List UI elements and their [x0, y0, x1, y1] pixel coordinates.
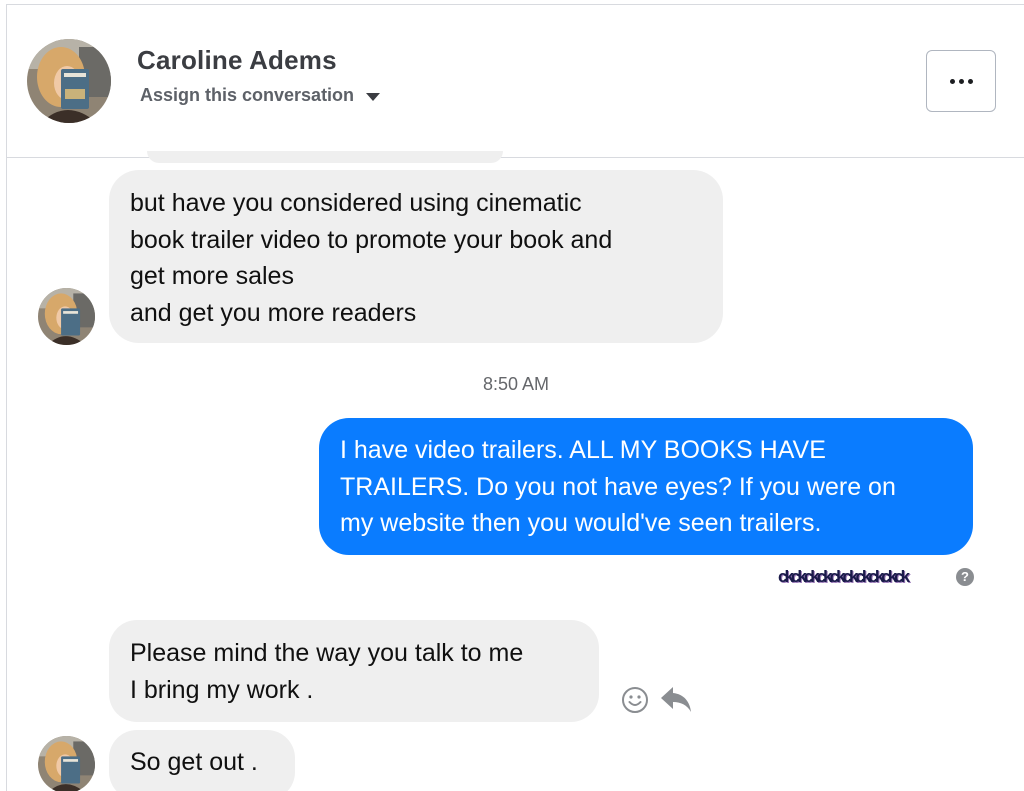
message-line: I have video trailers. ALL MY BOOKS HAVE: [340, 436, 826, 464]
message-line: my website then you would've seen traile…: [340, 509, 822, 537]
more-horizontal-icon: [949, 78, 955, 84]
caret-down-icon: [366, 93, 381, 101]
message-line: but have you considered using cinematic: [130, 189, 582, 217]
message-bubble-outgoing[interactable]: I have video trailers. ALL MY BOOKS HAVE…: [319, 418, 973, 555]
message-line: TRAILERS. Do you not have eyes? If you w…: [340, 472, 896, 501]
message-thread[interactable]: but have you considered using cinematic …: [7, 151, 1024, 791]
message-line: Please mind the way you talk to me: [130, 639, 524, 667]
more-options-button[interactable]: [926, 50, 996, 112]
assign-conversation-dropdown[interactable]: Assign this conversation: [140, 85, 381, 106]
sender-avatar[interactable]: [38, 736, 95, 791]
message-line: I bring my work .: [130, 675, 314, 704]
message-line: get more sales: [130, 262, 294, 290]
message-line: So get out .: [130, 748, 258, 776]
message-bubble-incoming[interactable]: but have you considered using cinematic …: [109, 170, 723, 343]
profile-photo-icon: [38, 736, 95, 791]
message-line: and get you more readers: [130, 298, 417, 327]
seen-by-label: ckckckckckckckckckck: [778, 567, 910, 586]
assign-conversation-label: Assign this conversation: [140, 85, 355, 105]
message-bubble-incoming[interactable]: So get out .: [109, 730, 295, 791]
contact-name: Caroline Adems: [137, 45, 337, 75]
conversation-header: Caroline Adems Assign this conversation: [7, 5, 1024, 158]
message-timestamp: 8:50 AM: [482, 374, 550, 394]
reply-arrow-icon[interactable]: [659, 683, 693, 715]
message-line: book trailer video to promote your book …: [130, 225, 613, 254]
profile-photo-icon: [38, 288, 95, 345]
sender-avatar[interactable]: [38, 288, 95, 345]
contact-avatar[interactable]: [27, 39, 111, 123]
help-icon[interactable]: ?: [956, 568, 974, 586]
conversation-panel: Caroline Adems Assign this conversation …: [6, 4, 1024, 791]
emoji-react-icon[interactable]: [620, 685, 650, 715]
profile-photo-icon: [27, 39, 111, 123]
previous-message-bubble: [147, 151, 503, 163]
message-bubble-incoming[interactable]: Please mind the way you talk to me I bri…: [109, 620, 599, 722]
